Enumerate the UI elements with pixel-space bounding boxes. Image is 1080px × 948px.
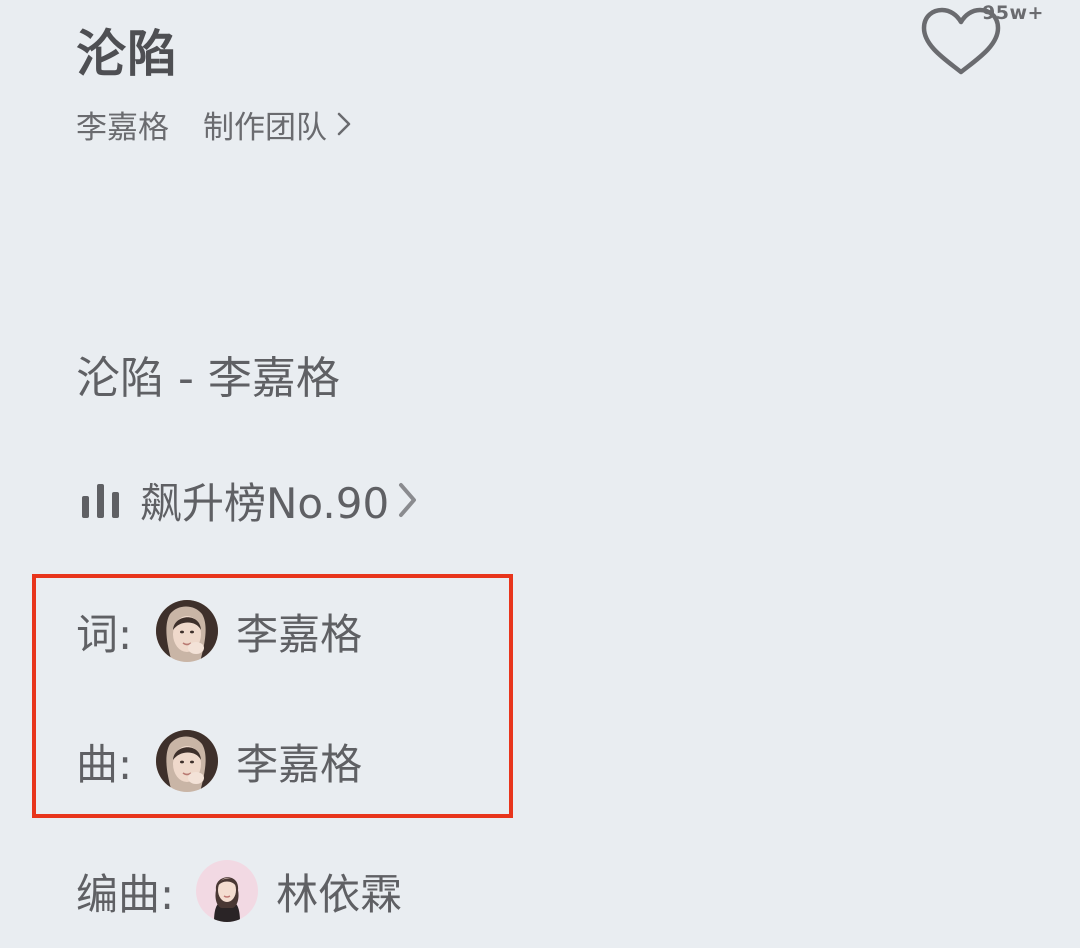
composer-name[interactable]: 李嘉格 [236, 731, 362, 792]
arranger-label: 编曲: [76, 869, 175, 919]
meta-row: 李嘉格 制作团队 [76, 102, 351, 147]
like-count: 95w+ [982, 2, 1044, 24]
production-team-label: 制作团队 [203, 109, 327, 146]
lyricist-label: 词: [76, 609, 133, 659]
lyricist-avatar[interactable] [156, 600, 219, 662]
bar-chart-icon [82, 484, 119, 518]
composer-row: 曲: 李嘉格 [76, 728, 362, 794]
lyricist-row: 词: 李嘉格 [76, 598, 362, 664]
composer-label: 曲: [76, 739, 133, 789]
chevron-right-icon [337, 112, 351, 136]
song-artist-line: 沦陷 - 李嘉格 [76, 353, 340, 404]
arranger-avatar[interactable] [196, 860, 259, 922]
chevron-right-icon [399, 483, 417, 517]
lyricist-name[interactable]: 李嘉格 [236, 601, 362, 662]
song-title: 沦陷 [76, 25, 178, 83]
production-team-link[interactable]: 制作团队 [203, 102, 351, 147]
arranger-name[interactable]: 林依霖 [276, 861, 402, 922]
chart-rank-label: 飙升榜No.90 [140, 478, 390, 528]
composer-avatar[interactable] [156, 730, 219, 792]
chart-rank-link[interactable]: 飙升榜No.90 [80, 472, 419, 528]
artist-link[interactable]: 李嘉格 [76, 102, 169, 147]
arranger-row: 编曲: 林依霖 [76, 858, 402, 924]
